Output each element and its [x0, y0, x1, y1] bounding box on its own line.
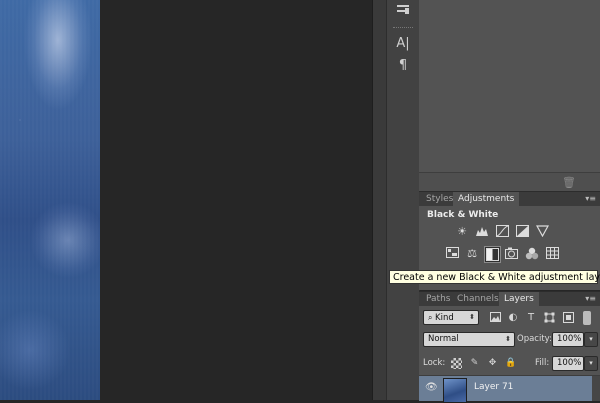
layer-row[interactable]: 👁 Layer 71: [419, 375, 600, 403]
chevron-down-icon: ⬍: [469, 313, 475, 321]
layer-thumbnail: [443, 378, 467, 403]
brightness-contrast-icon[interactable]: ☀: [455, 225, 469, 239]
eye-icon[interactable]: 👁: [425, 382, 438, 393]
fill-dropdown-icon[interactable]: ▾: [584, 356, 598, 371]
smart-object-filter-icon-graphic: [562, 312, 574, 323]
lock-image-pixels-icon[interactable]: ✎: [469, 358, 480, 369]
search-icon: ⌕: [428, 313, 436, 322]
channel-mixer-icon[interactable]: [525, 247, 539, 261]
curves-icon-graphic: [495, 225, 509, 237]
opacity-label: Opacity:: [517, 334, 552, 344]
strip-separator: [393, 27, 413, 30]
blend-row: Normal ⬍ Opacity: 100% ▾: [419, 332, 600, 348]
lock-label: Lock:: [423, 358, 446, 368]
lock-position-icon[interactable]: ✥: [487, 358, 498, 369]
character-icon[interactable]: A|: [394, 35, 412, 53]
collapsed-panel-strip: A| ¶: [386, 0, 420, 400]
tab-paths[interactable]: Paths: [421, 292, 455, 306]
trash-icon[interactable]: 🗑: [562, 176, 576, 189]
type-filter-icon[interactable]: T: [525, 312, 537, 324]
black-white-icon[interactable]: [484, 246, 501, 263]
vibrance-icon-graphic: [535, 225, 549, 238]
photo-filter-icon-graphic: [505, 247, 518, 259]
curves-icon[interactable]: [495, 225, 509, 239]
color-balance-icon[interactable]: ⚖: [465, 247, 479, 261]
layer-name[interactable]: Layer 71: [474, 382, 513, 392]
adjustments-title: Black & White: [427, 210, 499, 220]
hue-saturation-icon[interactable]: [445, 247, 459, 261]
exposure-icon-graphic: [515, 225, 529, 237]
color-lookup-icon-graphic: [545, 247, 559, 259]
filter-toggle-switch[interactable]: [583, 311, 591, 325]
chevron-down-icon: ⬍: [505, 335, 511, 343]
tab-adjustments[interactable]: Adjustments: [453, 192, 520, 206]
tooltip: Create a new Black & White adjustment la…: [389, 270, 600, 284]
pasteboard[interactable]: [100, 0, 372, 400]
shape-filter-icon-graphic: [544, 312, 554, 323]
exposure-icon[interactable]: [515, 225, 529, 239]
color-lookup-icon[interactable]: [545, 247, 559, 261]
levels-icon[interactable]: [475, 225, 489, 239]
lock-all-icon[interactable]: 🔒: [505, 358, 516, 369]
layer-filter-row: ⌕ Kind ⬍ ◐ T: [419, 310, 600, 326]
panel-menu-icon[interactable]: ▾≡: [585, 192, 596, 206]
levels-icon-graphic: [476, 227, 488, 236]
fill-label: Fill:: [535, 358, 550, 368]
paragraph-icon[interactable]: ¶: [394, 57, 412, 75]
adjustment-filter-icon[interactable]: ◐: [507, 312, 519, 324]
fill-input[interactable]: 100%: [552, 356, 584, 371]
panel-menu-icon[interactable]: ▾≡: [585, 292, 596, 306]
filter-kind-select[interactable]: ⌕ Kind ⬍: [423, 310, 479, 325]
tab-channels[interactable]: Channels: [452, 292, 504, 306]
tab-layers[interactable]: Layers: [499, 292, 539, 306]
opacity-dropdown-icon[interactable]: ▾: [584, 332, 598, 347]
canvas-image[interactable]: [0, 0, 100, 400]
photo-filter-icon[interactable]: [505, 247, 519, 261]
hue-saturation-icon-graphic: [445, 247, 459, 258]
layers-tabbar: Paths Channels Layers ▾≡: [419, 291, 600, 306]
filter-kind-value: Kind: [435, 313, 454, 323]
adjustments-tabbar: Styles Adjustments ▾≡: [419, 191, 600, 206]
upper-panel: 🗑: [419, 0, 600, 191]
panel-dock-edge: [372, 0, 387, 400]
black-white-icon-swatch: [486, 248, 499, 261]
blend-mode-value: Normal: [428, 334, 459, 344]
vibrance-icon[interactable]: [535, 225, 549, 239]
brush-preset-icon-graphic: [397, 5, 409, 14]
shape-filter-icon[interactable]: [543, 312, 555, 324]
brush-preset-icon[interactable]: [394, 3, 412, 21]
lock-row: Lock: ✎ ✥ 🔒 Fill: 100% ▾: [419, 356, 600, 372]
lock-transparent-pixels-icon[interactable]: [451, 358, 462, 369]
pixel-filter-icon-graphic: [489, 312, 501, 322]
smart-object-filter-icon[interactable]: [562, 312, 574, 324]
channel-mixer-icon-graphic: [525, 247, 539, 260]
opacity-input[interactable]: 100%: [552, 332, 584, 347]
layers-scrollbar[interactable]: [592, 376, 600, 401]
blend-mode-select[interactable]: Normal ⬍: [423, 332, 515, 347]
pixel-filter-icon[interactable]: [489, 312, 501, 324]
